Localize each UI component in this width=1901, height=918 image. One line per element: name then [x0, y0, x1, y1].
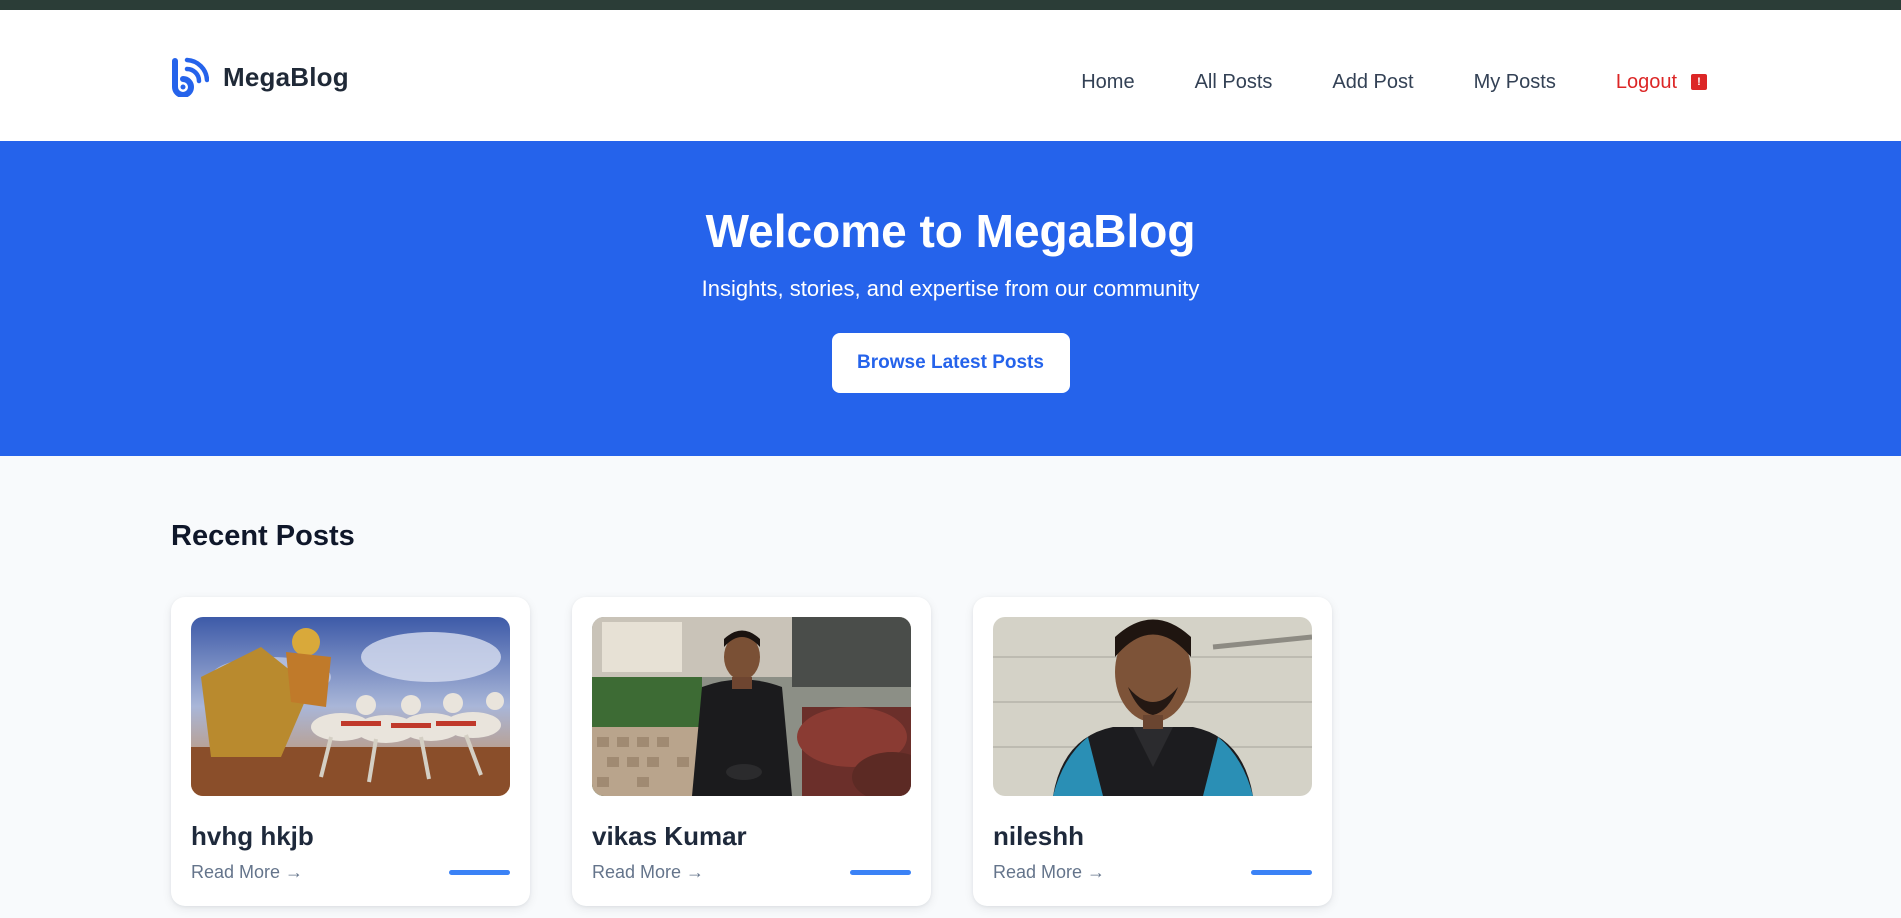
- logout-label: Logout: [1615, 71, 1677, 93]
- site-header: MegaBlog Home All Posts Add Post My Post…: [0, 10, 1901, 141]
- browse-posts-button[interactable]: Browse Latest Posts: [831, 333, 1070, 393]
- post-image: [592, 617, 911, 796]
- brand-name: MegaBlog: [223, 61, 349, 92]
- post-card-footer: Read More →: [993, 862, 1312, 883]
- post-title[interactable]: vikas Kumar: [592, 821, 911, 851]
- card-accent-bar: [850, 870, 911, 875]
- blog-logo-icon: [172, 57, 209, 97]
- card-accent-bar: [1251, 870, 1312, 875]
- post-card[interactable]: vikas Kumar Read More →: [572, 597, 931, 906]
- main-nav: Home All Posts Add Post My Posts Logout …: [1081, 70, 1707, 94]
- recent-posts-list: hvhg hkjb Read More → vikas Kumar Read M…: [171, 597, 1332, 906]
- read-more-link[interactable]: Read More →: [592, 862, 704, 883]
- nav-my-posts[interactable]: My Posts: [1474, 70, 1556, 94]
- post-card-footer: Read More →: [592, 862, 911, 883]
- post-title[interactable]: hvhg hkjb: [191, 821, 510, 851]
- hero-title: Welcome to MegaBlog: [705, 205, 1196, 257]
- browser-top-strip: [0, 0, 1901, 10]
- logout-icon: !: [1691, 74, 1707, 90]
- hero-banner: Welcome to MegaBlog Insights, stories, a…: [0, 141, 1901, 456]
- read-more-link[interactable]: Read More →: [993, 862, 1105, 883]
- nav-add-post[interactable]: Add Post: [1332, 70, 1413, 94]
- post-image: [993, 617, 1312, 796]
- brand[interactable]: MegaBlog: [169, 57, 349, 97]
- post-image: [191, 617, 510, 796]
- nav-home[interactable]: Home: [1081, 70, 1134, 94]
- nav-all-posts[interactable]: All Posts: [1195, 70, 1273, 94]
- post-title[interactable]: nileshh: [993, 821, 1312, 851]
- recent-posts-heading: Recent Posts: [171, 520, 355, 552]
- logout-button[interactable]: Logout !: [1616, 70, 1707, 94]
- read-more-link[interactable]: Read More →: [191, 862, 303, 883]
- card-accent-bar: [449, 870, 510, 875]
- post-card[interactable]: nileshh Read More →: [973, 597, 1332, 906]
- post-card-footer: Read More →: [191, 862, 510, 883]
- hero-subtitle: Insights, stories, and expertise from ou…: [701, 276, 1200, 301]
- post-card[interactable]: hvhg hkjb Read More →: [171, 597, 530, 906]
